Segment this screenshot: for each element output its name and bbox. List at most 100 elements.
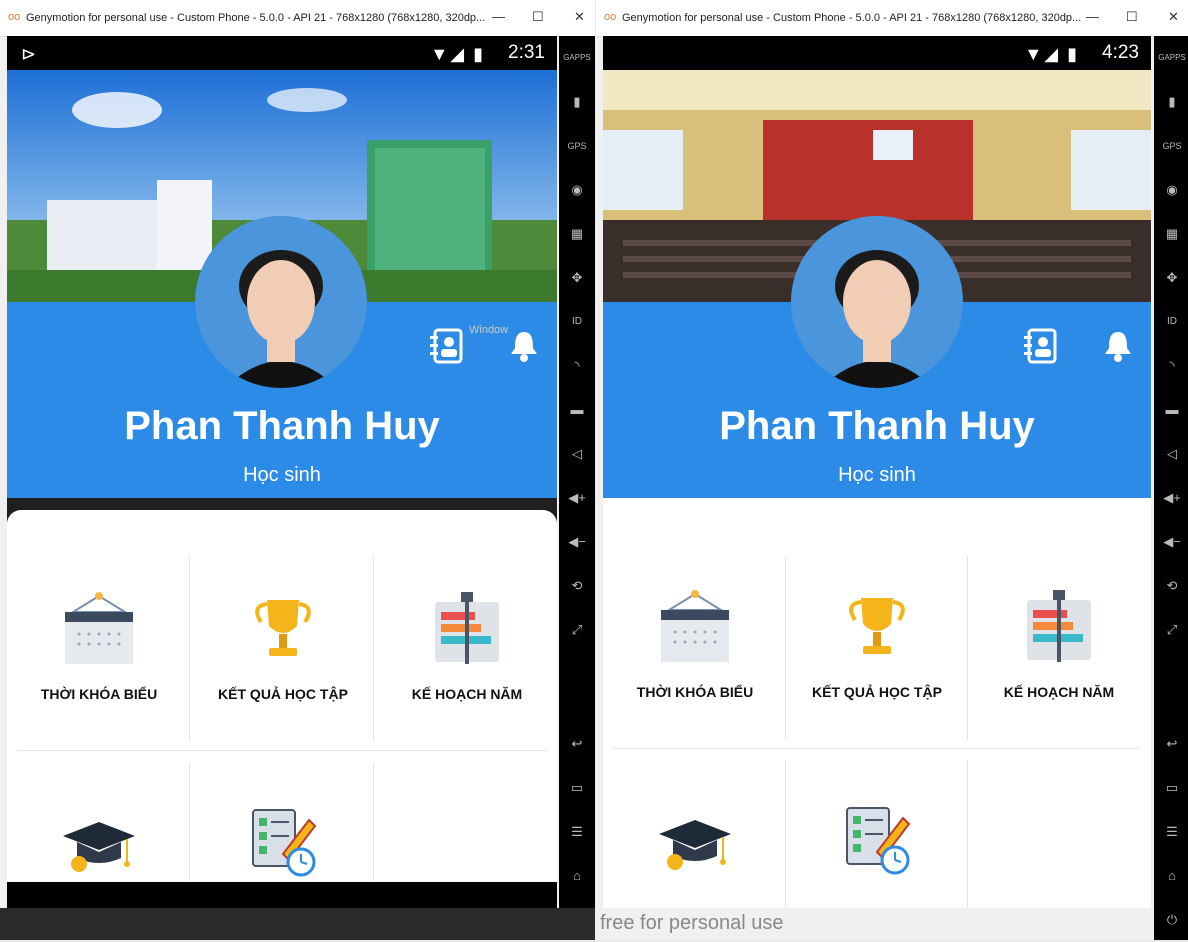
close-button[interactable]: ✕ xyxy=(574,9,585,25)
sms-icon[interactable]: ▬ xyxy=(1154,388,1188,432)
menu-item-label: KẾT QUẢ HỌC TẬP xyxy=(812,684,942,700)
cast-icon[interactable]: ◝ xyxy=(1154,344,1188,388)
schedule-checklist-icon xyxy=(846,807,911,875)
device-id-icon[interactable]: ID xyxy=(1154,300,1188,344)
menu-icon[interactable]: ☰ xyxy=(1154,810,1188,854)
trophy-icon xyxy=(849,598,905,654)
divider xyxy=(373,558,374,742)
menu-item-timetable[interactable]: THỜI KHÓA BIỂU xyxy=(9,558,189,743)
volume-down-icon[interactable]: ◀− xyxy=(1154,520,1188,564)
menu-item-graduation[interactable] xyxy=(605,770,785,908)
media-icon[interactable]: ▦ xyxy=(1154,212,1188,256)
avatar[interactable] xyxy=(195,216,367,388)
genymotion-logo-icon: oo xyxy=(604,11,617,23)
maximize-button[interactable]: ☐ xyxy=(1126,9,1138,25)
home-icon[interactable]: ⌂ xyxy=(559,854,595,898)
title-bar: oo Genymotion for personal use - Custom … xyxy=(0,0,595,37)
scale-icon[interactable]: ⤢ xyxy=(559,608,595,652)
menu-item-label: THỜI KHÓA BIỂU xyxy=(40,686,158,702)
rotate-icon[interactable]: ⟲ xyxy=(1154,564,1188,608)
power-icon[interactable]: ⏻ xyxy=(1154,898,1188,942)
contacts-book-icon[interactable] xyxy=(1021,326,1061,366)
scale-icon[interactable]: ⤢ xyxy=(1154,608,1188,652)
gapps-icon[interactable]: GAPPS xyxy=(1154,36,1188,80)
right-emulator-window: oo Genymotion for personal use - Custom … xyxy=(596,0,1188,940)
minimize-button[interactable]: — xyxy=(1086,9,1099,24)
menu-item-label: KẾ HOẠCH NĂM xyxy=(1003,684,1115,700)
schedule-checklist-icon xyxy=(252,809,317,877)
phone-screen: ▼◢ ▮ 4:23 Phan Thanh Huy Học sinh THỜI K… xyxy=(603,36,1151,908)
gps-icon[interactable]: GPS xyxy=(559,124,595,168)
menu-item-yearly-plan[interactable]: KẾ HOẠCH NĂM xyxy=(377,558,557,743)
back-icon[interactable]: ↩ xyxy=(559,722,595,766)
menu-card: THỜI KHÓA BIỂU KẾT QUẢ HỌC TẬP KẾ HOẠCH … xyxy=(603,510,1151,908)
genymotion-logo-icon: oo xyxy=(8,11,21,23)
chart-board-icon xyxy=(435,592,499,664)
cast-icon[interactable]: ◝ xyxy=(559,344,595,388)
app-notification-icon: ⊳ xyxy=(21,44,37,64)
genymotion-toolbar: GAPPS ▮ GPS ◉ ▦ ✥ ID ◝ ▬ ◁ ◀+ ◀− ⟲ ⤢ ↩ ▭… xyxy=(1154,36,1188,940)
back-icon[interactable]: ↩ xyxy=(1154,722,1188,766)
signal-battery-icons: ▼◢ ▮ xyxy=(430,44,485,64)
menu-item-results[interactable]: KẾT QUẢ HỌC TẬP xyxy=(787,556,967,741)
menu-item-yearly-plan[interactable]: KẾ HOẠCH NĂM xyxy=(969,556,1149,741)
camera-icon[interactable]: ◉ xyxy=(559,168,595,212)
trophy-icon xyxy=(255,600,311,656)
close-button[interactable]: ✕ xyxy=(1168,9,1179,25)
menu-item-label: THỜI KHÓA BIỂU xyxy=(636,684,754,700)
student-role: Học sinh xyxy=(243,464,321,486)
camera-icon[interactable]: ◉ xyxy=(1154,168,1188,212)
chart-board-icon xyxy=(1027,590,1091,662)
menu-item-results[interactable]: KẾT QUẢ HỌC TẬP xyxy=(193,558,373,743)
divider xyxy=(17,750,547,751)
share-icon[interactable]: ◁ xyxy=(559,432,595,476)
battery-icon[interactable]: ▮ xyxy=(1154,80,1188,124)
volume-down-icon[interactable]: ◀− xyxy=(559,520,595,564)
gapps-icon[interactable]: GAPPS xyxy=(559,36,595,80)
left-emulator-window: oo Genymotion for personal use - Custom … xyxy=(0,0,595,940)
student-name: Phan Thanh Huy xyxy=(719,404,1035,448)
windows-watermark: Window xyxy=(469,324,509,336)
graduation-cap-icon xyxy=(63,822,135,872)
recent-apps-icon[interactable]: ▭ xyxy=(1154,766,1188,810)
notification-bell-icon[interactable] xyxy=(504,326,544,366)
notification-bell-icon[interactable] xyxy=(1098,326,1138,366)
window-title: Genymotion for personal use - Custom Pho… xyxy=(26,12,486,24)
gps-icon[interactable]: GPS xyxy=(1154,124,1188,168)
volume-up-icon[interactable]: ◀+ xyxy=(1154,476,1188,520)
sms-icon[interactable]: ▬ xyxy=(559,388,595,432)
menu-item-label: KẾT QUẢ HỌC TẬP xyxy=(218,686,348,702)
genymotion-footer xyxy=(0,908,595,940)
divider xyxy=(189,558,190,742)
status-bar: ⊳ ▼◢ ▮ 2:31 xyxy=(7,36,557,70)
graduation-cap-icon xyxy=(659,820,731,870)
divider xyxy=(613,748,1139,749)
rotate-icon[interactable]: ⟲ xyxy=(559,564,595,608)
device-id-icon[interactable]: ID xyxy=(559,300,595,344)
contacts-book-icon[interactable] xyxy=(427,326,467,366)
menu-item-timetable[interactable]: THỜI KHÓA BIỂU xyxy=(605,556,785,741)
battery-icon[interactable]: ▮ xyxy=(559,80,595,124)
minimize-button[interactable]: — xyxy=(492,9,505,24)
genymotion-toolbar: GAPPS ▮ GPS ◉ ▦ ✥ ID ◝ ▬ ◁ ◀+ ◀− ⟲ ⤢ ↩ ▭… xyxy=(559,36,595,940)
dpad-icon[interactable]: ✥ xyxy=(559,256,595,300)
menu-item-schedule[interactable] xyxy=(787,770,967,908)
maximize-button[interactable]: ☐ xyxy=(532,9,544,25)
title-bar: oo Genymotion for personal use - Custom … xyxy=(596,0,1188,37)
recent-apps-icon[interactable]: ▭ xyxy=(559,766,595,810)
media-icon[interactable]: ▦ xyxy=(559,212,595,256)
calendar-icon xyxy=(661,590,729,662)
menu-card: THỜI KHÓA BIỂU KẾT QUẢ HỌC TẬP KẾ HOẠCH … xyxy=(7,510,557,908)
home-icon[interactable]: ⌂ xyxy=(1154,854,1188,898)
status-time: 2:31 xyxy=(508,42,545,63)
divider xyxy=(785,556,786,740)
volume-up-icon[interactable]: ◀+ xyxy=(559,476,595,520)
share-icon[interactable]: ◁ xyxy=(1154,432,1188,476)
dpad-icon[interactable]: ✥ xyxy=(1154,256,1188,300)
menu-icon[interactable]: ☰ xyxy=(559,810,595,854)
menu-item-label: KẾ HOẠCH NĂM xyxy=(411,686,523,702)
avatar[interactable] xyxy=(791,216,963,388)
student-name: Phan Thanh Huy xyxy=(124,404,440,448)
